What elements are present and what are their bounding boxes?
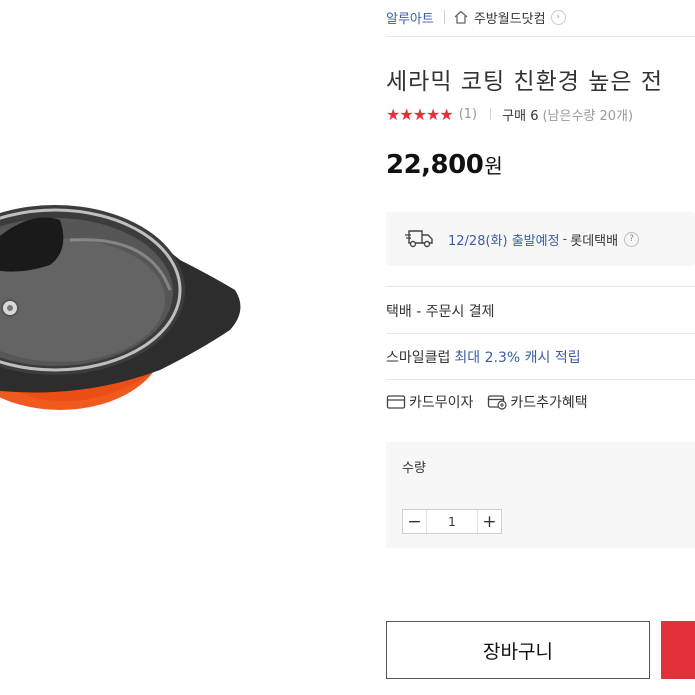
breadcrumb: 알루아트 주방월드닷컴 › <box>386 8 566 27</box>
truck-icon <box>405 230 433 248</box>
rating-row: ★★★★★ (1) 구매 6 (남은수량 20개) <box>386 104 633 124</box>
product-title: 세라믹 코팅 친환경 높은 전 <box>386 69 664 95</box>
shipping-carrier: 롯데택배 <box>570 234 619 249</box>
breadcrumb-divider <box>443 10 445 24</box>
card-extra-benefit-label: 카드추가혜택 <box>510 395 588 411</box>
brand-link[interactable]: 알루아트 <box>386 8 434 27</box>
buy-now-button[interactable] <box>661 621 695 679</box>
plus-icon[interactable]: + <box>478 510 501 533</box>
card-benefits: 카드무이자 카드추가혜택 <box>386 392 588 412</box>
card-no-interest-button[interactable]: 카드무이자 <box>386 392 473 412</box>
divider <box>386 36 695 37</box>
shipping-date: 12/28(화) 출발예정 <box>448 234 560 249</box>
store-link[interactable]: 주방월드닷컴 <box>474 8 546 27</box>
shipping-dash: - <box>562 232 568 247</box>
remaining-stock: (남은수량 20개) <box>542 108 634 124</box>
smile-club-row[interactable]: 스마일클럽 최대 2.3% 캐시 적립 <box>386 347 581 367</box>
quantity-input[interactable]: 1 <box>426 510 478 533</box>
card-icon <box>386 395 406 409</box>
smile-club-label: 스마일클럽 <box>386 350 451 366</box>
divider <box>386 333 695 334</box>
quantity-label: 수량 <box>402 461 426 476</box>
divider <box>386 286 695 287</box>
help-icon[interactable]: ? <box>624 232 640 247</box>
review-count-link[interactable]: (1) <box>459 107 477 122</box>
smile-club-value: 최대 2.3% 캐시 적립 <box>454 350 581 366</box>
star-rating-icon: ★★★★★ <box>386 104 454 124</box>
shipping-info: 12/28(화) 출발예정 - 롯데택배 ? <box>386 212 695 266</box>
rating-divider <box>490 108 492 120</box>
payment-method: 택배 - 주문시 결제 <box>386 304 495 320</box>
card-no-interest-label: 카드무이자 <box>409 395 474 411</box>
product-info-panel: 알루아트 주방월드닷컴 › 세라믹 코팅 친환경 높은 전 ★★★★★ (1) … <box>386 0 695 695</box>
chevron-right-icon[interactable]: › <box>550 9 566 25</box>
card-plus-icon <box>488 395 508 410</box>
price-amount: 22,800 <box>386 150 484 180</box>
purchase-count: 구매 6 <box>502 108 539 124</box>
quantity-stepper: − 1 + <box>402 509 502 534</box>
add-to-cart-button[interactable]: 장바구니 <box>386 621 650 679</box>
price: 22,800원 <box>386 150 503 180</box>
quantity-section: 수량 − 1 + <box>386 442 695 548</box>
price-unit: 원 <box>484 154 503 178</box>
product-image <box>0 205 241 410</box>
home-icon <box>453 9 469 25</box>
minus-icon[interactable]: − <box>403 510 426 533</box>
divider <box>386 379 695 380</box>
card-extra-benefit-button[interactable]: 카드추가혜택 <box>487 392 588 412</box>
